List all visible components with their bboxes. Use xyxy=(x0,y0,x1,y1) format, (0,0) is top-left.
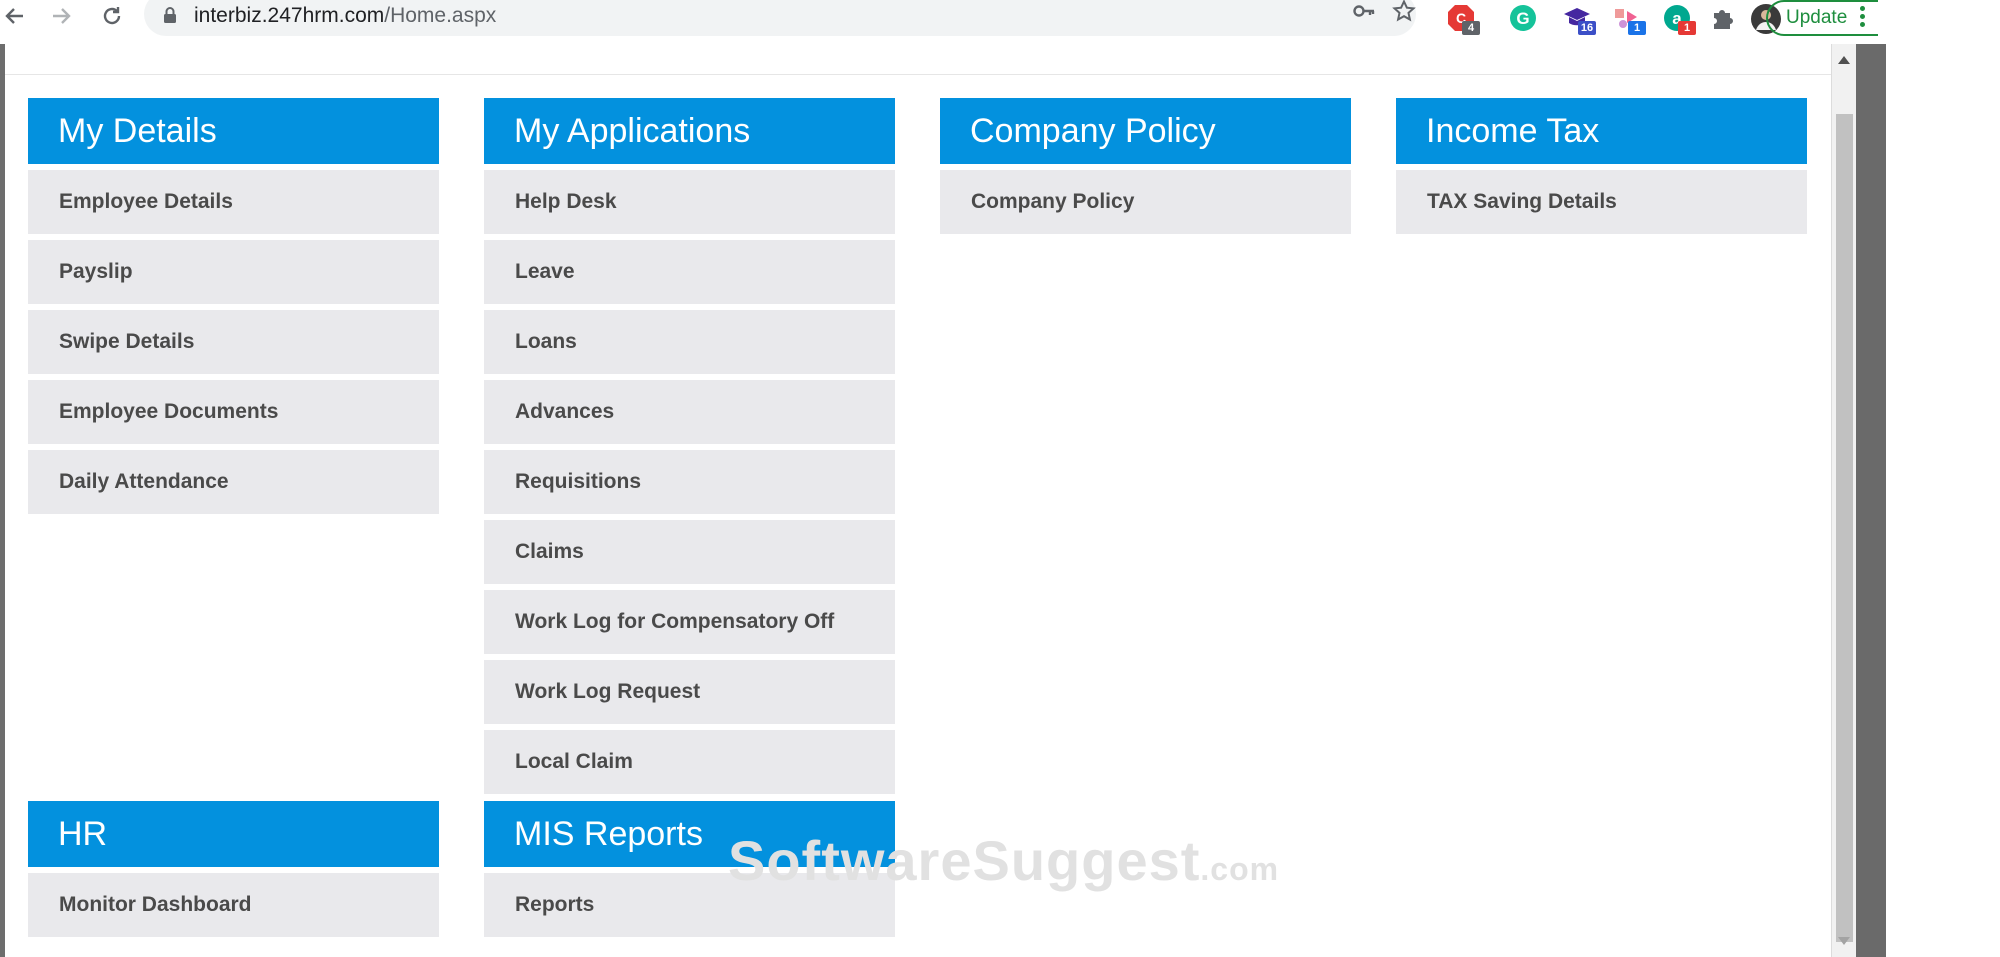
kebab-menu-icon[interactable] xyxy=(1860,6,1866,30)
reload-icon[interactable] xyxy=(98,2,126,30)
menu-item-help-desk[interactable]: Help Desk xyxy=(484,170,895,234)
panel-header-company-policy: Company Policy xyxy=(940,98,1351,164)
adblock-icon[interactable]: C 4 xyxy=(1446,3,1480,35)
star-bookmark-icon[interactable] xyxy=(1392,0,1416,28)
back-arrow-icon[interactable] xyxy=(0,2,28,30)
scroll-up-arrow-icon[interactable] xyxy=(1838,56,1850,64)
svg-text:G: G xyxy=(1516,9,1529,28)
forward-arrow-icon[interactable] xyxy=(48,2,76,30)
menu-item-daily-attendance[interactable]: Daily Attendance xyxy=(28,450,439,514)
panel-header-hr: HR xyxy=(28,801,439,867)
shapes-icon[interactable]: 1 xyxy=(1612,3,1646,35)
menu-item-tax-saving-details[interactable]: TAX Saving Details xyxy=(1396,170,1807,234)
menu-item-loans[interactable]: Loans xyxy=(484,310,895,374)
menu-item-work-log-request[interactable]: Work Log Request xyxy=(484,660,895,724)
menu-item-employee-documents[interactable]: Employee Documents xyxy=(28,380,439,444)
menu-item-employee-details[interactable]: Employee Details xyxy=(28,170,439,234)
watermark: SoftwareSuggest.com xyxy=(728,829,1280,892)
url-text: interbiz.247hrm.com/Home.aspx xyxy=(194,4,497,27)
scroll-down-arrow-icon[interactable] xyxy=(1838,937,1850,945)
scrollbar-thumb[interactable] xyxy=(1836,114,1853,942)
menu-item-local-claim[interactable]: Local Claim xyxy=(484,730,895,794)
menu-item-leave[interactable]: Leave xyxy=(484,240,895,304)
vertical-scrollbar[interactable] xyxy=(1831,44,1857,957)
lock-icon[interactable] xyxy=(162,6,178,29)
menu-item-requisitions[interactable]: Requisitions xyxy=(484,450,895,514)
menu-item-company-policy[interactable]: Company Policy xyxy=(940,170,1351,234)
menu-item-payslip[interactable]: Payslip xyxy=(28,240,439,304)
panel-my-applications: My Applications Help Desk Leave Loans Ad… xyxy=(484,98,895,794)
address-bar[interactable]: interbiz.247hrm.com/Home.aspx xyxy=(144,0,1416,36)
menu-item-advances[interactable]: Advances xyxy=(484,380,895,444)
panel-header-income-tax: Income Tax xyxy=(1396,98,1807,164)
menu-item-swipe-details[interactable]: Swipe Details xyxy=(28,310,439,374)
panel-company-policy: Company Policy Company Policy xyxy=(940,98,1351,234)
outside-background xyxy=(1886,0,2000,957)
panel-header-my-applications: My Applications xyxy=(484,98,895,164)
panel-hr: HR Monitor Dashboard xyxy=(28,801,439,937)
menu-item-claims[interactable]: Claims xyxy=(484,520,895,584)
panel-header-my-details: My Details xyxy=(28,98,439,164)
a-circle-icon[interactable]: a 1 xyxy=(1662,3,1696,35)
grammarly-icon[interactable]: G xyxy=(1508,3,1538,33)
graduation-cap-icon[interactable]: 16 xyxy=(1562,3,1596,35)
key-icon[interactable] xyxy=(1352,0,1376,28)
panel-my-details: My Details Employee Details Payslip Swip… xyxy=(28,98,439,514)
menu-item-work-log-compensatory-off[interactable]: Work Log for Compensatory Off xyxy=(484,590,895,654)
browser-toolbar: interbiz.247hrm.com/Home.aspx C 4 G 16 1… xyxy=(0,0,1880,36)
page-top-band xyxy=(5,44,1832,75)
panel-income-tax: Income Tax TAX Saving Details xyxy=(1396,98,1807,234)
menu-item-monitor-dashboard[interactable]: Monitor Dashboard xyxy=(28,873,439,937)
puzzle-extensions-icon[interactable] xyxy=(1708,3,1738,33)
window-edge xyxy=(1856,44,1886,957)
